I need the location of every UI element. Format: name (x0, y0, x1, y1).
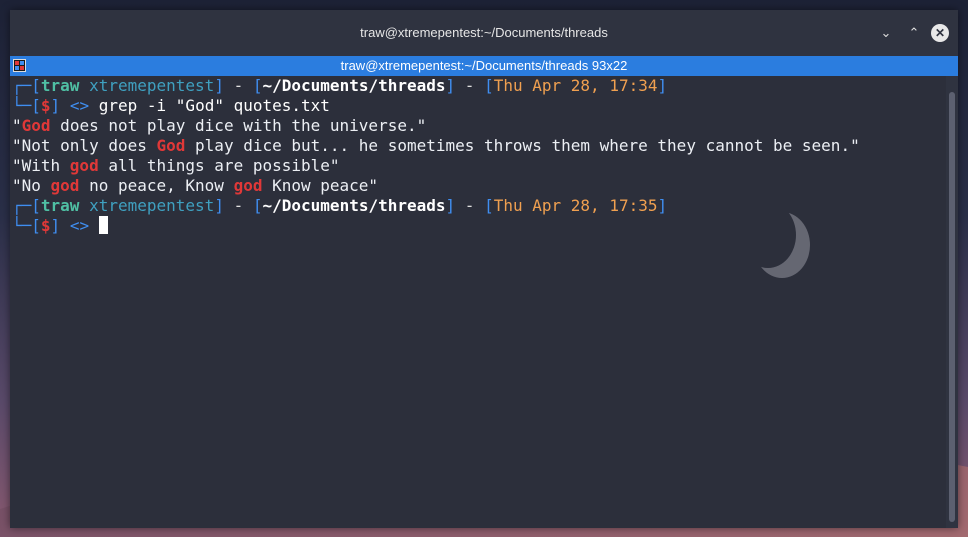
minimize-button[interactable]: ⌄ (875, 22, 897, 44)
title-bar[interactable]: traw@xtremepentest:~/Documents/threads ⌄… (10, 10, 958, 56)
close-button[interactable]: ✕ (931, 24, 949, 42)
output-line: "Not only does God play dice but... he s… (12, 136, 860, 155)
output-line: "God does not play dice with the univers… (12, 116, 427, 135)
prompt-line-2: ┌─[traw xtremepentest] - [~/Documents/th… (12, 196, 668, 215)
command-line-1: └─[$] <> grep -i "God" quotes.txt (12, 96, 330, 115)
terminal-window[interactable]: traw@xtremepentest:~/Documents/threads ⌄… (10, 10, 958, 528)
moon-wallpaper-decoration (740, 202, 796, 268)
output-line: "With god all things are possible" (12, 156, 340, 175)
command-line-2[interactable]: └─[$] <> (12, 216, 946, 236)
tab-title: traw@xtremepentest:~/Documents/threads 9… (340, 58, 628, 73)
scrollbar-thumb[interactable] (949, 92, 955, 522)
window-title: traw@xtremepentest:~/Documents/threads (360, 25, 608, 40)
text-cursor (98, 216, 108, 234)
tab-bar[interactable]: traw@xtremepentest:~/Documents/threads 9… (10, 56, 958, 76)
prompt-line-1: ┌─[traw xtremepentest] - [~/Documents/th… (12, 76, 668, 95)
output-line: "No god no peace, Know god Know peace" (12, 176, 379, 195)
scrollbar[interactable] (946, 76, 958, 528)
maximize-button[interactable]: ⌃ (903, 22, 925, 44)
terminal-output[interactable]: ┌─[traw xtremepentest] - [~/Documents/th… (10, 76, 946, 528)
